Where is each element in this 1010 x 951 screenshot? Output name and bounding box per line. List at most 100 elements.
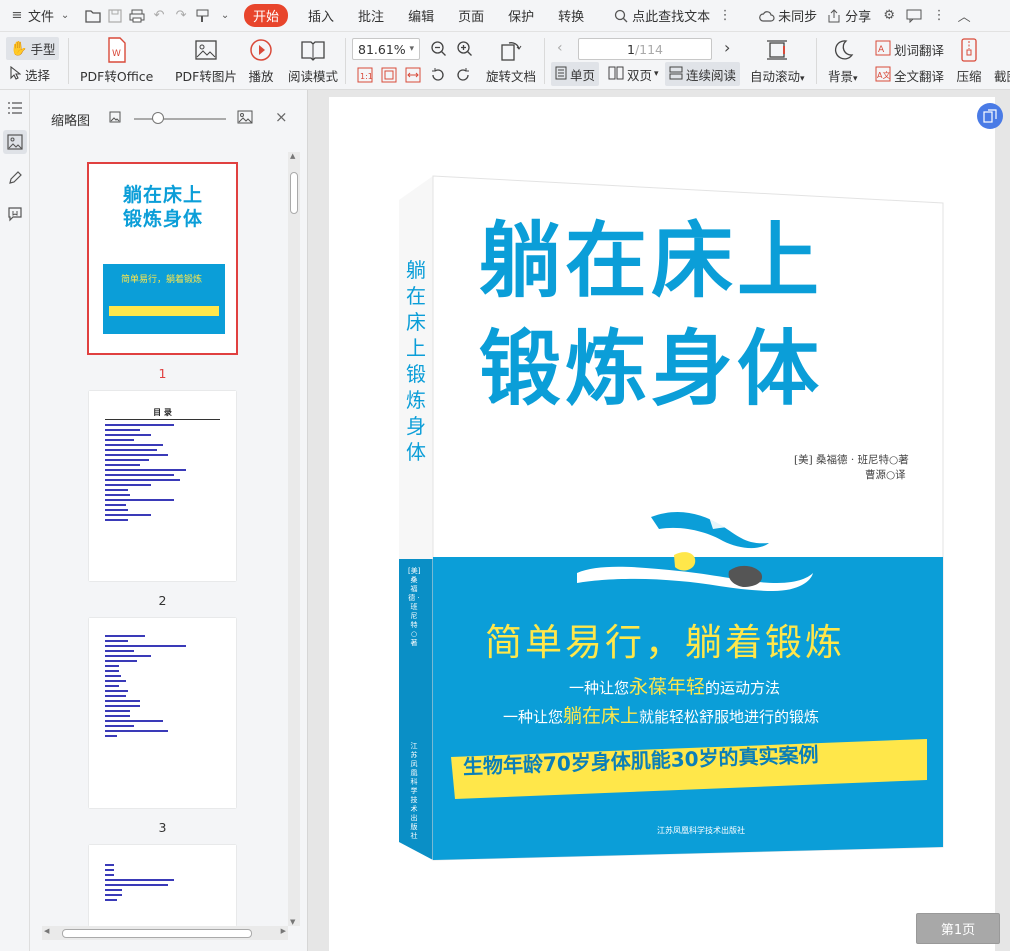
translate-word-icon: A [875, 40, 891, 59]
tab-annotate[interactable]: 批注 [346, 0, 396, 32]
actual-size-icon[interactable]: 1:1 [357, 67, 373, 86]
zoom-in-icon[interactable] [456, 40, 474, 61]
thumb-title-2: 锻炼身体 [123, 208, 204, 230]
rotate-right-icon[interactable] [455, 67, 471, 86]
page-number-input[interactable]: 1 /114 [578, 38, 712, 60]
hamburger-icon: ≡ [11, 8, 23, 23]
share-button[interactable]: 分享 [821, 0, 873, 32]
horizontal-scroll-thumb[interactable] [62, 929, 252, 938]
large-image-icon[interactable] [237, 110, 253, 127]
pdf-page-1: 躺在床上 锻炼身体 躺在床上锻炼身体 [美] 桑福德 · 班尼特○著 江苏凤凰科… [329, 97, 995, 951]
tab-start[interactable]: 开始 [244, 4, 289, 27]
settings-icon[interactable]: ⚙ [881, 8, 897, 24]
thumbnail-page-3[interactable] [89, 618, 236, 808]
continuous-read-button[interactable]: 连续阅读 [665, 62, 741, 86]
document-view[interactable]: 躺在床上 锻炼身体 躺在床上锻炼身体 [美] 桑福德 · 班尼特○著 江苏凤凰科… [309, 90, 1010, 951]
pdf-to-image-button[interactable]: PDF转图片 [175, 36, 237, 85]
bookmark-search-icon[interactable] [3, 202, 27, 226]
next-page-icon[interactable]: › [724, 38, 730, 57]
play-button[interactable]: 播放 [247, 36, 275, 85]
svg-text:A文: A文 [877, 70, 890, 80]
more-vertical-icon[interactable]: ⋮ [717, 8, 733, 24]
rotate-doc-button[interactable]: 旋转文档 [486, 36, 536, 85]
more-dropdown-icon[interactable]: ⌄ [217, 8, 233, 24]
cover-publisher: 江苏凤凰科学技术出版社 [657, 826, 745, 835]
close-icon[interactable]: × [275, 108, 288, 126]
separator [816, 38, 817, 84]
moon-icon [829, 36, 857, 64]
compress-button[interactable]: 压缩 [955, 36, 983, 85]
rotate-document-icon [497, 36, 525, 64]
scroll-up-icon[interactable]: ▲ [290, 152, 295, 160]
scroll-left-icon[interactable]: ◀ [44, 927, 49, 935]
prev-page-icon[interactable]: ‹ [557, 40, 563, 56]
thumbnail-size-slider[interactable] [134, 118, 226, 120]
small-image-icon[interactable] [109, 111, 121, 126]
open-folder-icon[interactable] [85, 8, 101, 24]
undo-icon[interactable]: ↶ [151, 8, 167, 24]
cover-title-line-1: 躺在床上 [479, 213, 824, 309]
comment-icon[interactable] [906, 8, 922, 24]
format-painter-icon[interactable] [195, 8, 211, 24]
thumbnail-vertical-scrollbar[interactable]: ▲ ▼ [288, 152, 300, 926]
thumbnail-page-1[interactable]: 躺在床上 锻炼身体 简单易行，躺着锻炼 [87, 162, 238, 355]
select-tool-button[interactable]: 选择 [10, 65, 50, 84]
thumbnail-label-2: 2 [158, 593, 167, 608]
cover-translator: 曹源○译 [865, 469, 906, 481]
outline-icon[interactable] [3, 96, 27, 120]
chevron-down-icon: ▾ [853, 74, 858, 84]
background-button[interactable]: 背景▾ [828, 36, 858, 85]
share-icon [826, 8, 842, 24]
pdf-to-office-button[interactable]: W PDF转Office [80, 36, 153, 85]
chevron-down-icon: ▾ [654, 69, 659, 79]
fit-width-icon[interactable] [405, 67, 421, 86]
hand-tool-button[interactable]: ✋ 手型 [6, 37, 60, 60]
collapse-ribbon-icon[interactable]: ︿ [956, 8, 972, 25]
auto-scroll-button[interactable]: 自动滚动▾ [750, 36, 805, 85]
tab-page[interactable]: 页面 [446, 0, 496, 32]
thumbnail-horizontal-scrollbar[interactable]: ◀ ▶ [42, 926, 288, 940]
thumbnail-page-2[interactable]: 目 录 [89, 391, 236, 581]
word-translate-button[interactable]: A 划词翻译 [875, 40, 944, 59]
file-menu[interactable]: ≡ 文件 ⌄ [0, 0, 82, 32]
thumbnail-icon[interactable] [3, 130, 27, 154]
save-icon[interactable] [107, 8, 123, 24]
read-mode-button[interactable]: 阅读模式 [288, 36, 338, 85]
cursor-icon [10, 65, 22, 83]
vertical-scroll-thumb[interactable] [290, 172, 298, 214]
page-indicator-badge: 第1页 [916, 913, 1000, 944]
cover-slogan: 简单易行，躺着锻炼 [485, 621, 845, 664]
thumb-cover-blue: 简单易行，躺着锻炼 [103, 264, 225, 334]
tab-insert[interactable]: 插入 [296, 0, 346, 32]
screenshot-button[interactable]: 截图 [994, 36, 1010, 85]
thumb-cover-white: 躺在床上 锻炼身体 [89, 164, 236, 264]
svg-text:W: W [112, 49, 121, 59]
rotate-left-icon[interactable] [430, 67, 446, 86]
slider-handle[interactable] [152, 112, 164, 124]
scroll-down-icon[interactable]: ▼ [290, 918, 295, 926]
full-translate-button[interactable]: A文 全文翻译 [875, 66, 944, 85]
floating-tool-button[interactable] [977, 103, 1003, 129]
overflow-menu-icon[interactable]: ⋮ [931, 8, 947, 24]
tab-convert[interactable]: 转换 [546, 0, 596, 32]
thumbnail-page-4[interactable] [89, 845, 236, 926]
tab-protect[interactable]: 保护 [496, 0, 546, 32]
search-box[interactable]: 点此查找文本 [596, 0, 714, 32]
double-page-button[interactable]: 双页 ▾ [604, 62, 663, 86]
chevron-down-icon: ▾ [800, 74, 805, 84]
annotation-icon[interactable] [3, 166, 27, 190]
print-icon[interactable] [129, 8, 145, 24]
redo-icon[interactable]: ↷ [173, 8, 189, 24]
thumb-toc-heading: 目 录 [105, 407, 220, 420]
tab-edit[interactable]: 编辑 [396, 0, 446, 32]
zoom-out-icon[interactable] [430, 40, 448, 61]
cloud-sync-icon [759, 8, 775, 24]
search-icon [613, 8, 629, 24]
auto-scroll-icon [763, 36, 791, 64]
single-page-button[interactable]: 单页 [551, 62, 600, 86]
sync-status[interactable]: 未同步 [736, 0, 821, 32]
single-page-icon [555, 66, 567, 83]
fit-page-icon[interactable] [381, 67, 397, 86]
zoom-select[interactable]: 81.61% ▾ [352, 38, 420, 60]
scroll-right-icon[interactable]: ▶ [281, 927, 286, 935]
